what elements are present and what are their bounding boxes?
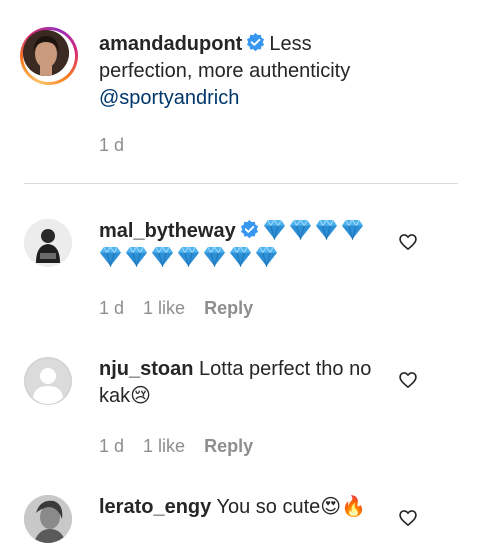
comment-avatar[interactable] (24, 219, 72, 267)
avatar-image (23, 30, 69, 76)
gem-emoji (204, 246, 225, 267)
heart-outline-icon[interactable] (398, 232, 418, 252)
comment-likes[interactable]: 1 like (143, 298, 185, 318)
comment-avatar[interactable] (24, 357, 72, 405)
gem-emoji (100, 246, 121, 267)
heart-outline-icon[interactable] (398, 370, 418, 390)
reply-button[interactable]: Reply (204, 436, 253, 456)
gem-emoji (289, 219, 311, 240)
comment-text-block: mal_bytheway (99, 218, 379, 272)
gem-emoji (341, 219, 363, 240)
caption-avatar-story-ring[interactable] (20, 27, 78, 85)
gem-emoji (230, 246, 251, 267)
comment-text: You so cute😍🔥 (216, 496, 367, 518)
comment-text-block: lerato_engy You so cute😍🔥 (99, 494, 379, 521)
reply-button[interactable]: Reply (204, 298, 253, 318)
avatar-image (24, 219, 72, 267)
verified-badge-icon (247, 33, 265, 52)
comment-username[interactable]: mal_bytheway (99, 220, 236, 242)
gem-emoji (178, 246, 199, 267)
comment-time: 1 d (99, 436, 125, 456)
gem-emoji (315, 219, 337, 240)
default-avatar-icon (24, 357, 72, 405)
caption-mention[interactable]: @sportyandrich (99, 87, 239, 109)
comment-text-block: nju_stoan Lotta perfect tho no kak😢 (99, 356, 379, 410)
verified-badge-icon (240, 220, 258, 239)
post-caption: amandadupont Less perfection, more authen… (0, 0, 480, 184)
caption-divider (24, 183, 458, 184)
heart-outline-icon[interactable] (398, 508, 418, 528)
comment-username[interactable]: lerato_engy (99, 496, 211, 518)
comment-meta: 1 d 1 like Reply (99, 436, 267, 456)
gem-emoji (126, 246, 147, 267)
comment-time: 1 d (99, 298, 125, 318)
gem-emoji (256, 246, 277, 267)
caption-text-block: amandadupont Less perfection, more authen… (99, 31, 399, 112)
comment-meta: 1 d 1 like Reply (99, 298, 267, 318)
caption-avatar[interactable] (23, 30, 69, 76)
avatar-image (24, 495, 72, 543)
gem-emoji (152, 246, 173, 267)
caption-time: 1 d (99, 135, 125, 155)
caption-username[interactable]: amandadupont (99, 33, 242, 55)
comment-avatar[interactable] (24, 495, 72, 543)
caption-meta: 1 d (99, 135, 138, 155)
comment-likes[interactable]: 1 like (143, 436, 185, 456)
gem-emoji (263, 219, 285, 240)
comment-username[interactable]: nju_stoan (99, 358, 193, 380)
